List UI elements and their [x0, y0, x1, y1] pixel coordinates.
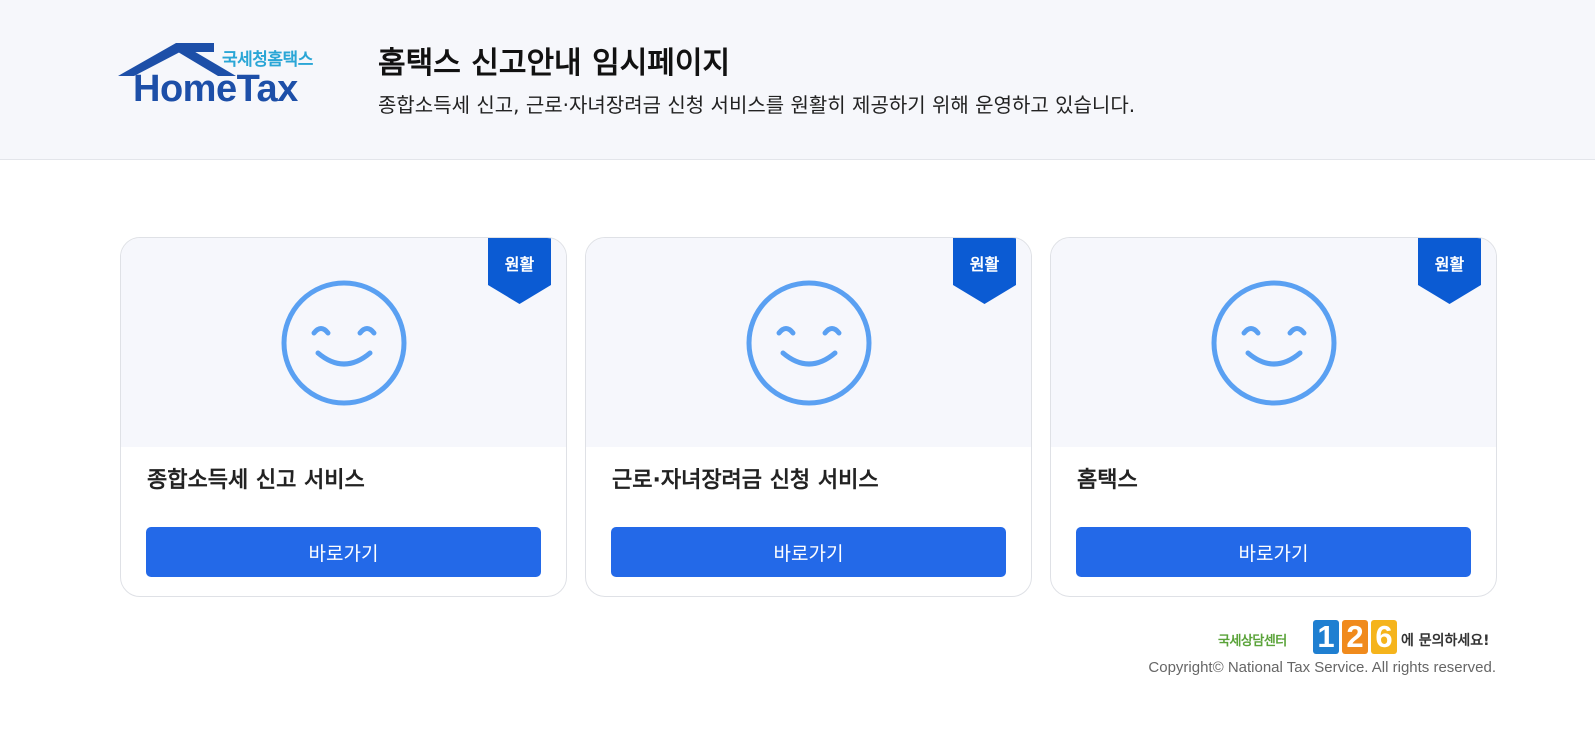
card-visual: 원활 — [586, 238, 1031, 447]
card-title: 홈택스 — [1077, 468, 1138, 493]
contact-digit-2: 2 — [1342, 620, 1368, 654]
status-label: 원활 — [504, 255, 535, 274]
contact-digit-1: 1 — [1313, 620, 1339, 654]
status-label: 원활 — [969, 255, 1000, 274]
card-visual: 원활 — [121, 238, 566, 447]
service-card-hometax: 원활 홈택스 바로가기 — [1050, 237, 1497, 597]
card-title: 근로·자녀장려금 신청 서비스 — [612, 468, 879, 493]
smile-icon — [1211, 280, 1337, 406]
page-header: 국세청홈택스 HomeTax 홈택스 신고안내 임시페이지 종합소득세 신고, … — [0, 0, 1595, 160]
contact-center-suffix: 에 문의하세요! — [1401, 633, 1490, 649]
card-title: 종합소득세 신고 서비스 — [147, 468, 365, 493]
smile-icon — [746, 280, 872, 406]
logo-wordmark: HomeTax — [133, 68, 298, 110]
contact-center-banner: 국세상담센터 1 2 6 에 문의하세요! — [1218, 620, 1498, 656]
service-card-incentive: 원활 근로·자녀장려금 신청 서비스 바로가기 — [585, 237, 1032, 597]
status-badge: 원활 — [953, 238, 1016, 305]
contact-digit-6: 6 — [1371, 620, 1397, 654]
page-title: 홈택스 신고안내 임시페이지 — [378, 46, 731, 81]
service-card-income-tax: 원활 종합소득세 신고 서비스 바로가기 — [120, 237, 567, 597]
hometax-logo[interactable]: 국세청홈택스 HomeTax — [118, 40, 330, 112]
logo-subtitle: 국세청홈택스 — [222, 50, 313, 70]
go-button-income-tax[interactable]: 바로가기 — [146, 527, 541, 577]
status-badge: 원활 — [1418, 238, 1481, 305]
status-badge: 원활 — [488, 238, 551, 305]
contact-center-label: 국세상담센터 — [1218, 634, 1287, 649]
copyright-text: Copyright© National Tax Service. All rig… — [1148, 659, 1496, 676]
page-description: 종합소득세 신고, 근로·자녀장려금 신청 서비스를 원활히 제공하기 위해 운… — [378, 93, 1136, 117]
smile-icon — [281, 280, 407, 406]
card-visual: 원활 — [1051, 238, 1496, 447]
go-button-incentive[interactable]: 바로가기 — [611, 527, 1006, 577]
status-label: 원활 — [1434, 255, 1465, 274]
go-button-hometax[interactable]: 바로가기 — [1076, 527, 1471, 577]
